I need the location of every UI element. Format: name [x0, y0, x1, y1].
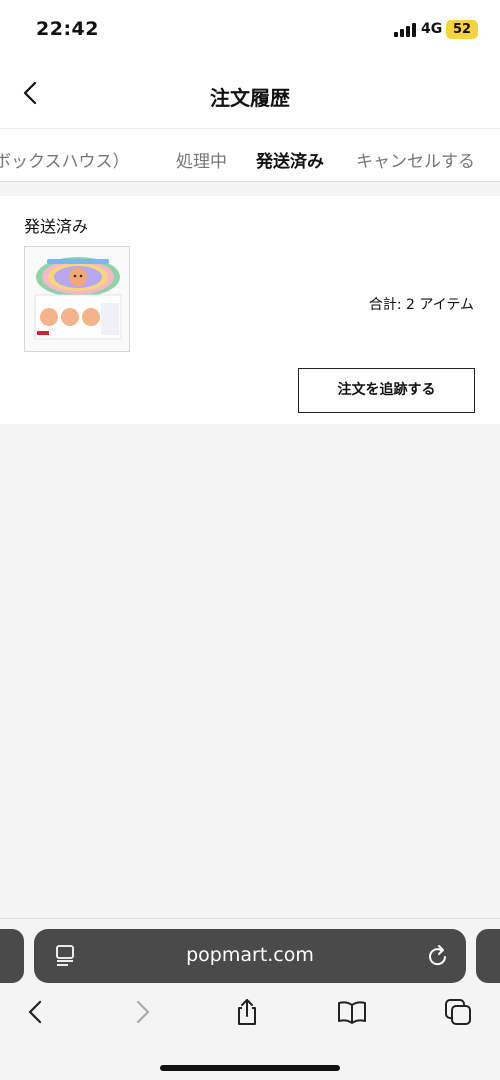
track-order-button[interactable]: 注文を追跡する — [298, 368, 475, 413]
order-status: 発送済み — [24, 217, 89, 236]
order-card: 発送済み 合計: 2 アイテム 注文を追跡する — [0, 196, 500, 424]
order-total: 合計: 2 アイテム — [368, 297, 474, 313]
status-time: 22:42 — [36, 18, 99, 40]
tab-cancelled[interactable]: キャンセルする — [356, 147, 475, 172]
tabs-icon[interactable] — [443, 997, 473, 1027]
page-title: 注文履歴 — [210, 86, 290, 110]
home-indicator — [160, 1065, 340, 1071]
tab-processing[interactable]: 処理中 — [176, 147, 227, 172]
share-icon[interactable] — [232, 997, 262, 1027]
browser-toolbar: popmart.com — [0, 918, 500, 1080]
signal-icon — [394, 23, 416, 37]
header: 注文履歴 — [0, 60, 500, 128]
bookmarks-icon[interactable] — [337, 997, 367, 1027]
tab-shipped[interactable]: 発送済み — [256, 147, 324, 172]
url-text: popmart.com — [186, 944, 314, 966]
back-icon[interactable] — [20, 997, 50, 1027]
order-tabs: ボックスハウス） 処理中 発送済み キャンセルする — [0, 128, 500, 182]
address-bar[interactable]: popmart.com — [34, 929, 466, 983]
network-label: 4G — [421, 21, 443, 37]
reload-icon[interactable] — [426, 943, 450, 969]
battery-icon: 52 — [446, 20, 478, 39]
tab-box-house[interactable]: ボックスハウス） — [0, 147, 130, 172]
previous-tab-preview[interactable] — [0, 929, 24, 983]
product-image[interactable] — [24, 246, 130, 352]
status-bar: 22:42 4G 52 — [0, 0, 500, 60]
product-box-illustration — [25, 247, 129, 351]
forward-icon[interactable] — [128, 997, 158, 1027]
next-tab-preview[interactable] — [476, 929, 500, 983]
